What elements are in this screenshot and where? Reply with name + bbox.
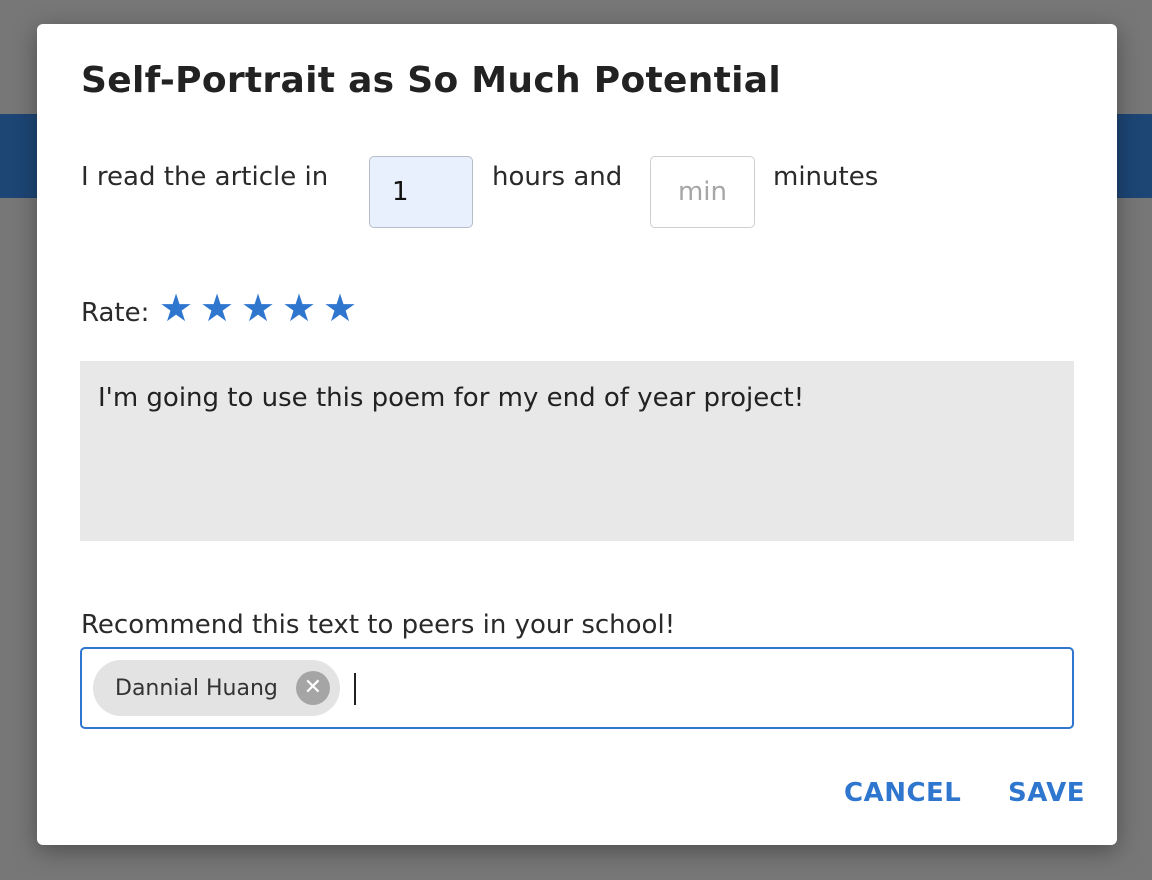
rating-label: Rate: bbox=[81, 298, 150, 328]
hours-input[interactable] bbox=[369, 156, 473, 228]
comment-textarea[interactable]: I'm going to use this poem for my end of… bbox=[80, 361, 1074, 541]
minutes-suffix: minutes bbox=[773, 162, 879, 192]
cancel-button[interactable]: CANCEL bbox=[844, 778, 961, 808]
recommend-label: Recommend this text to peers in your sch… bbox=[81, 610, 676, 640]
peer-chip: Dannial Huang ✕ bbox=[93, 660, 340, 716]
star-icon-4[interactable]: ★ bbox=[280, 286, 318, 330]
peer-chip-label: Dannial Huang bbox=[115, 675, 278, 701]
hours-suffix: hours and bbox=[492, 162, 623, 192]
comment-text: I'm going to use this poem for my end of… bbox=[98, 383, 805, 413]
text-caret bbox=[354, 673, 356, 705]
star-icon-2[interactable]: ★ bbox=[198, 286, 236, 330]
recommend-peers-input[interactable]: Dannial Huang ✕ bbox=[80, 647, 1074, 729]
star-icon-3[interactable]: ★ bbox=[239, 286, 277, 330]
dialog-title: Self-Portrait as So Much Potential bbox=[81, 60, 782, 101]
star-icon-1[interactable]: ★ bbox=[157, 286, 195, 330]
reading-time-prefix: I read the article in bbox=[81, 162, 329, 192]
close-circle-icon[interactable]: ✕ bbox=[295, 671, 330, 705]
star-icon-5[interactable]: ★ bbox=[321, 286, 359, 330]
minutes-input[interactable] bbox=[650, 156, 755, 228]
save-button[interactable]: SAVE bbox=[1008, 778, 1085, 808]
reading-log-dialog: Self-Portrait as So Much Potential I rea… bbox=[37, 24, 1117, 845]
star-rating: ★ ★ ★ ★ ★ bbox=[157, 286, 359, 330]
